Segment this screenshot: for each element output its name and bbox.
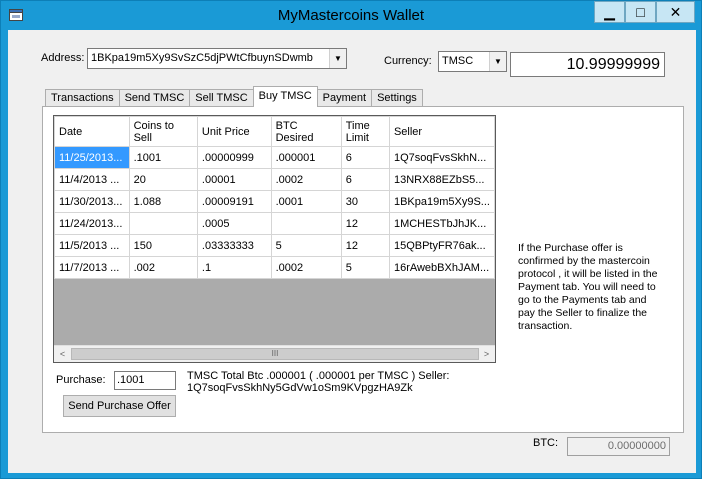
offers-table: Date Coins to Sell Unit Price BTC Desire…	[54, 116, 495, 279]
table-cell[interactable]: .1001	[128, 146, 198, 169]
table-header-row: Date Coins to Sell Unit Price BTC Desire…	[54, 116, 495, 147]
tab-send-tmsc[interactable]: Send TMSC	[118, 89, 191, 107]
purchase-summary: TMSC Total Btc .000001 ( .000001 per TMS…	[187, 370, 450, 382]
table-cell[interactable]: 1MCHESTbJhJK...	[388, 212, 495, 235]
tab-strip: Transactions Send TMSC Sell TMSC Buy TMS…	[45, 86, 423, 107]
table-cell[interactable]: 11/25/2013...	[54, 146, 130, 169]
table-row[interactable]: 11/25/2013... .1001 .00000999 .000001 6 …	[54, 146, 495, 169]
close-icon: ✕	[669, 3, 682, 20]
table-row[interactable]: 11/24/2013... .0005 12 1MCHESTbJhJK...	[54, 212, 495, 235]
btc-balance-field: 0.00000000	[567, 437, 670, 456]
table-cell[interactable]: 12	[340, 234, 390, 257]
table-cell[interactable]: 20	[128, 168, 198, 191]
table-row[interactable]: 11/5/2013 ... 150 .03333333 5 12 15QBPty…	[54, 234, 495, 257]
client-area: Address: 1BKpa19m5Xy9SvSzC5djPWtCfbuynSD…	[8, 30, 696, 473]
send-purchase-offer-button[interactable]: Send Purchase Offer	[63, 395, 176, 417]
close-button[interactable]: ✕	[656, 1, 695, 23]
scroll-left-icon[interactable]: <	[54, 346, 71, 362]
currency-select[interactable]: TMSC ▼	[438, 51, 507, 72]
table-row[interactable]: 11/30/2013... 1.088 .00009191 .0001 30 1…	[54, 190, 495, 213]
maximize-icon: □	[636, 4, 645, 20]
table-cell[interactable]: 1BKpa19m5Xy9S...	[388, 190, 495, 213]
table-cell[interactable]: 11/24/2013...	[54, 212, 130, 235]
table-cell[interactable]: .00000999	[196, 146, 272, 169]
table-cell[interactable]: 5	[270, 234, 342, 257]
column-header-btc-desired[interactable]: BTC Desired	[270, 116, 342, 147]
chevron-down-icon: ▼	[489, 52, 506, 71]
table-cell[interactable]	[270, 212, 342, 235]
chevron-down-icon: ▼	[329, 49, 346, 68]
offers-grid[interactable]: Date Coins to Sell Unit Price BTC Desire…	[53, 115, 496, 363]
address-label: Address:	[41, 52, 85, 64]
table-cell[interactable]: 15QBPtyFR76ak...	[388, 234, 495, 257]
table-cell[interactable]: .0002	[270, 256, 342, 279]
column-header-time-limit[interactable]: Time Limit	[340, 116, 390, 147]
title-bar[interactable]: MyMastercoins Wallet ▁ □ ✕	[1, 1, 701, 30]
table-row[interactable]: 11/4/2013 ... 20 .00001 .0002 6 13NRX88E…	[54, 168, 495, 191]
table-cell[interactable]: 1.088	[128, 190, 198, 213]
purchase-info-text: If the Purchase offer is confirmed by th…	[518, 242, 658, 332]
address-select[interactable]: 1BKpa19m5Xy9SvSzC5djPWtCfbuynSDwmb ▼	[87, 48, 347, 69]
table-cell[interactable]: 6	[340, 146, 390, 169]
table-cell[interactable]: 30	[340, 190, 390, 213]
table-cell[interactable]: 6	[340, 168, 390, 191]
table-cell[interactable]: 11/5/2013 ...	[54, 234, 130, 257]
tab-payment[interactable]: Payment	[316, 89, 373, 107]
purchase-amount-input[interactable]: .1001	[114, 371, 176, 390]
horizontal-scrollbar[interactable]: < III >	[54, 345, 495, 362]
currency-value: TMSC	[442, 55, 474, 67]
minimize-icon: ▁	[604, 3, 615, 20]
table-cell[interactable]: .000001	[270, 146, 342, 169]
table-cell[interactable]: .0001	[270, 190, 342, 213]
table-cell[interactable]: 150	[128, 234, 198, 257]
window-controls: ▁ □ ✕	[594, 1, 695, 23]
column-header-unit-price[interactable]: Unit Price	[196, 116, 272, 147]
tab-settings[interactable]: Settings	[371, 89, 423, 107]
table-cell[interactable]: .00009191	[196, 190, 272, 213]
seller-address: 1Q7soqFvsSkhNy5GdVw1oSm9KVpgzHA9Zk	[187, 382, 413, 394]
table-cell[interactable]: 5	[340, 256, 390, 279]
table-cell[interactable]: 16rAwebBXhJAM...	[388, 256, 495, 279]
table-cell[interactable]: 12	[340, 212, 390, 235]
buy-tmsc-panel: Date Coins to Sell Unit Price BTC Desire…	[42, 106, 684, 433]
table-cell[interactable]: .0002	[270, 168, 342, 191]
column-header-coins-to-sell[interactable]: Coins to Sell	[128, 116, 198, 147]
scroll-thumb[interactable]: III	[71, 348, 479, 360]
table-cell[interactable]: .00001	[196, 168, 272, 191]
table-cell[interactable]: 11/7/2013 ...	[54, 256, 130, 279]
maximize-button[interactable]: □	[625, 1, 656, 23]
table-cell[interactable]	[128, 212, 198, 235]
balance-display: 10.99999999	[510, 52, 665, 77]
table-cell[interactable]: .03333333	[196, 234, 272, 257]
table-cell[interactable]: 11/30/2013...	[54, 190, 130, 213]
tab-transactions[interactable]: Transactions	[45, 89, 120, 107]
table-cell[interactable]: .0005	[196, 212, 272, 235]
btc-label: BTC:	[533, 437, 559, 449]
tab-sell-tmsc[interactable]: Sell TMSC	[189, 89, 254, 107]
table-cell[interactable]: 13NRX88EZbS5...	[388, 168, 495, 191]
scroll-right-icon[interactable]: >	[478, 346, 495, 362]
table-cell[interactable]: 11/4/2013 ...	[54, 168, 130, 191]
minimize-button[interactable]: ▁	[594, 1, 625, 23]
address-value: 1BKpa19m5Xy9SvSzC5djPWtCfbuynSDwmb	[91, 52, 313, 64]
table-cell[interactable]: 1Q7soqFvsSkhN...	[388, 146, 495, 169]
app-window: MyMastercoins Wallet ▁ □ ✕ Address: 1BKp…	[0, 0, 702, 479]
table-cell[interactable]: .002	[128, 256, 198, 279]
table-row[interactable]: 11/7/2013 ... .002 .1 .0002 5 16rAwebBXh…	[54, 256, 495, 279]
table-cell[interactable]: .1	[196, 256, 272, 279]
tab-buy-tmsc[interactable]: Buy TMSC	[252, 86, 318, 107]
currency-label: Currency:	[384, 55, 432, 67]
column-header-date[interactable]: Date	[54, 116, 130, 147]
purchase-label: Purchase:	[56, 374, 106, 386]
column-header-seller[interactable]: Seller	[388, 116, 495, 147]
